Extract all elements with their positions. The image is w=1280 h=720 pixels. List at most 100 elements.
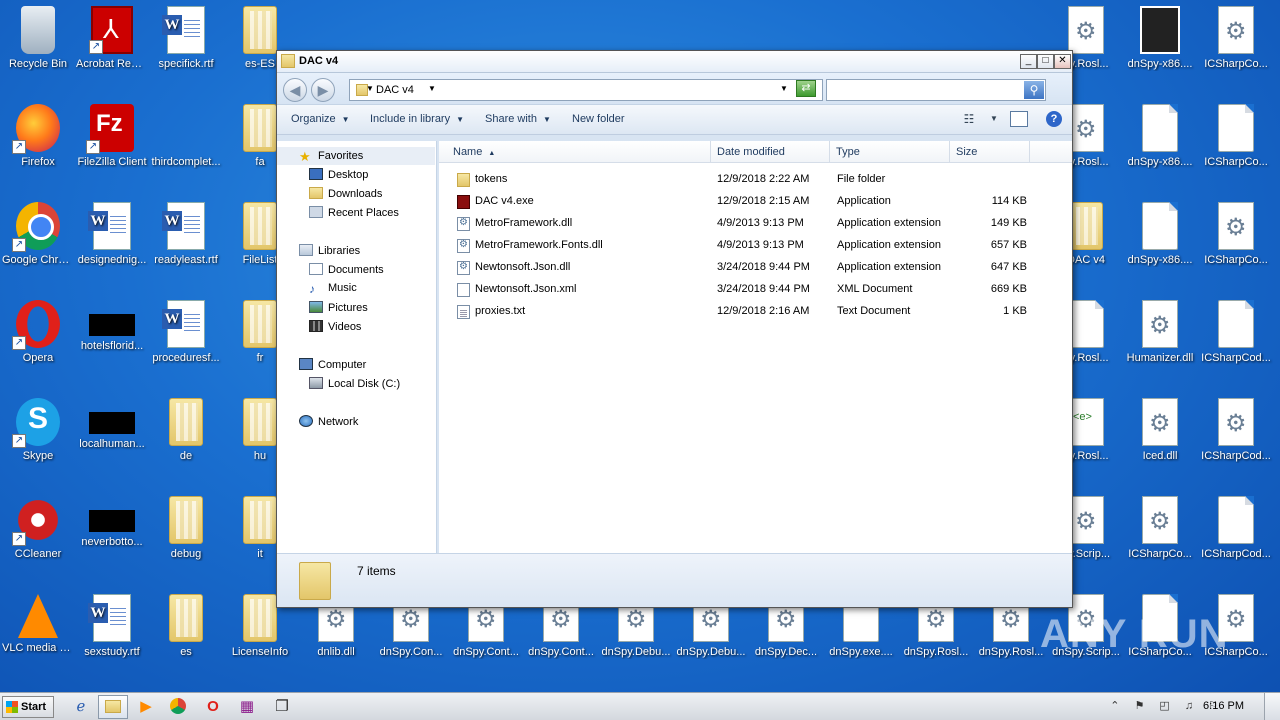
desktop-icon[interactable]: ICSharpCo... bbox=[1198, 98, 1274, 194]
favorites-label: Favorites bbox=[318, 150, 364, 162]
desktop-icon[interactable]: VLC media player bbox=[0, 588, 76, 684]
preview-pane-icon[interactable] bbox=[1010, 111, 1028, 127]
include-in-library-button[interactable]: Include in library ▼ bbox=[370, 113, 464, 125]
help-icon[interactable]: ? bbox=[1046, 111, 1062, 127]
explorer-taskbar-icon[interactable] bbox=[98, 695, 128, 719]
minimize-button[interactable]: _ bbox=[1020, 54, 1037, 69]
desktop-icon[interactable]: CCleaner bbox=[0, 490, 76, 586]
address-bar[interactable]: ▼ DAC v4 ▼ ▼ bbox=[349, 79, 823, 101]
desktop-icon[interactable]: Opera bbox=[0, 294, 76, 390]
file-row[interactable]: MetroFramework.dll 4/9/2013 9:13 PM Applic… bbox=[453, 214, 1033, 234]
column-date-modified[interactable]: Date modified bbox=[711, 141, 830, 163]
desktop-icon[interactable]: Humanizer.dll bbox=[1122, 294, 1198, 390]
desktop-icon[interactable]: ICSharpCo... bbox=[1122, 490, 1198, 586]
share-with-button[interactable]: Share with ▼ bbox=[485, 113, 551, 125]
desktop-icon[interactable]: sexstudy.rtf bbox=[74, 588, 150, 684]
desktop-icon[interactable]: proceduresf... bbox=[148, 294, 224, 390]
opera-icon[interactable]: O bbox=[198, 695, 228, 719]
clock[interactable]: 6:16 PM bbox=[1203, 700, 1244, 712]
column-type[interactable]: Type bbox=[830, 141, 950, 163]
desktop-icon[interactable]: Acrobat Reader DC bbox=[74, 0, 150, 96]
nav-computer[interactable]: Computer bbox=[299, 358, 366, 371]
maximize-button[interactable]: □ bbox=[1037, 54, 1054, 69]
file-type: Text Document bbox=[837, 305, 911, 317]
history-dropdown-icon[interactable]: ▼ bbox=[780, 84, 788, 93]
nav-local-disk[interactable]: Local Disk (C:) bbox=[309, 377, 400, 390]
file-row[interactable]: Newtonsoft.Json.xml 3/24/2018 9:44 PM XML … bbox=[453, 280, 1033, 300]
black-icon bbox=[89, 314, 135, 336]
folder-icon bbox=[1069, 202, 1103, 250]
nav-libraries[interactable]: Libraries bbox=[299, 244, 360, 257]
nav-music[interactable]: ♪ Music bbox=[309, 282, 357, 296]
nav-documents[interactable]: Documents bbox=[309, 263, 384, 276]
desktop-icon[interactable]: Google Chrome bbox=[0, 196, 76, 292]
desktop-icon[interactable]: ICSharpCo... bbox=[1198, 196, 1274, 292]
desktop-icon-label: dnSpy-x86.... bbox=[1127, 156, 1193, 168]
chevron-right-icon[interactable]: ▼ bbox=[366, 84, 374, 93]
search-box[interactable]: ⚲ bbox=[826, 79, 1046, 101]
breadcrumb[interactable]: DAC v4 bbox=[376, 84, 414, 96]
forward-button[interactable]: ▶ bbox=[311, 78, 335, 102]
desktop-icon[interactable]: Skype bbox=[0, 392, 76, 488]
desktop-icon[interactable]: ICSharpCo... bbox=[1198, 0, 1274, 96]
view-options-icon[interactable]: ☷ bbox=[960, 111, 978, 127]
desktop-icon[interactable]: FileZilla Client bbox=[74, 98, 150, 194]
chevron-down-icon[interactable]: ▼ bbox=[428, 84, 436, 93]
desktop-icon-label: Skype bbox=[22, 450, 54, 462]
desktop-icon[interactable]: neverbotto... bbox=[74, 490, 150, 586]
media-player-icon[interactable]: ▶ bbox=[131, 695, 161, 719]
chrome-icon[interactable] bbox=[163, 695, 193, 719]
pictures-label: Pictures bbox=[328, 302, 368, 314]
back-button[interactable]: ◀ bbox=[283, 78, 307, 102]
nav-videos[interactable]: Videos bbox=[309, 320, 361, 333]
desktop-icon[interactable]: specifick.rtf bbox=[148, 0, 224, 96]
desktop-icon[interactable]: ICSharpCod... bbox=[1198, 490, 1274, 586]
explorer-window: DAC v4 _ □ ✕ ◀ ▶ ▼ DAC v4 ▼ ▼ ⇄ ⚲ Organi… bbox=[276, 50, 1073, 608]
desktop-icon[interactable]: Firefox bbox=[0, 98, 76, 194]
desktop-icon[interactable]: de bbox=[148, 392, 224, 488]
nav-network[interactable]: Network bbox=[299, 415, 358, 428]
ie-icon[interactable]: ℯ bbox=[66, 695, 96, 719]
desktop-icon[interactable]: dnSpy-x86.... bbox=[1122, 0, 1198, 96]
desktop-icon[interactable]: Iced.dll bbox=[1122, 392, 1198, 488]
close-button[interactable]: ✕ bbox=[1054, 54, 1071, 69]
nav-recent-places[interactable]: Recent Places bbox=[309, 206, 399, 219]
desktop-icon[interactable]: ICSharpCod... bbox=[1198, 392, 1274, 488]
libraries-icon bbox=[299, 244, 313, 256]
column-name[interactable]: Name ▲ bbox=[447, 141, 711, 163]
desktop-icon[interactable]: dnSpy-x86.... bbox=[1122, 98, 1198, 194]
organize-button[interactable]: Organize ▼ bbox=[291, 113, 350, 125]
remote-desktop-icon[interactable]: ❐ bbox=[267, 695, 297, 719]
search-input[interactable] bbox=[831, 81, 1021, 99]
desktop-icon[interactable]: readyleast.rtf bbox=[148, 196, 224, 292]
file-row[interactable]: Newtonsoft.Json.dll 3/24/2018 9:44 PM Appl… bbox=[453, 258, 1033, 278]
desktop-icon[interactable]: es bbox=[148, 588, 224, 684]
desktop-icon-label: debug bbox=[170, 548, 202, 560]
nav-downloads[interactable]: Downloads bbox=[309, 187, 382, 200]
start-button[interactable]: Start bbox=[2, 696, 54, 718]
new-folder-button[interactable]: New folder bbox=[572, 113, 625, 125]
file-row[interactable]: proxies.txt 12/9/2018 2:16 AM Text Documen… bbox=[453, 302, 1033, 322]
desktop-icon[interactable]: localhuman... bbox=[74, 392, 150, 488]
nav-pictures[interactable]: Pictures bbox=[309, 301, 368, 314]
refresh-button[interactable]: ⇄ bbox=[796, 80, 816, 97]
desktop-icon[interactable]: designednig... bbox=[74, 196, 150, 292]
nav-desktop[interactable]: Desktop bbox=[309, 168, 368, 181]
file-row[interactable]: MetroFramework.Fonts.dll 4/9/2013 9:13 PM… bbox=[453, 236, 1033, 256]
nav-favorites-label[interactable]: ★ Favorites bbox=[299, 149, 364, 164]
title-bar[interactable]: DAC v4 _ □ ✕ bbox=[277, 51, 1072, 73]
desktop-icon[interactable]: hotelsflorid... bbox=[74, 294, 150, 390]
desktop-icon[interactable]: dnSpy-x86.... bbox=[1122, 196, 1198, 292]
file-row[interactable]: tokens 12/9/2018 2:22 AM File folder bbox=[453, 170, 1033, 190]
show-desktop-button[interactable] bbox=[1264, 693, 1280, 720]
column-size[interactable]: Size bbox=[950, 141, 1030, 163]
desktop-icon-label: dnSpy.Debu... bbox=[676, 646, 746, 658]
winrar-icon[interactable]: ▦ bbox=[232, 695, 262, 719]
desktop-icon[interactable]: thirdcomplet... bbox=[148, 98, 224, 194]
search-icon[interactable]: ⚲ bbox=[1024, 81, 1044, 99]
desktop-icon[interactable]: debug bbox=[148, 490, 224, 586]
chevron-down-icon[interactable]: ▼ bbox=[985, 111, 1003, 127]
file-row[interactable]: DAC v4.exe 12/9/2018 2:15 AM Application 11… bbox=[453, 192, 1033, 212]
desktop-icon[interactable]: Recycle Bin bbox=[0, 0, 76, 96]
desktop-icon[interactable]: ICSharpCod... bbox=[1198, 294, 1274, 390]
